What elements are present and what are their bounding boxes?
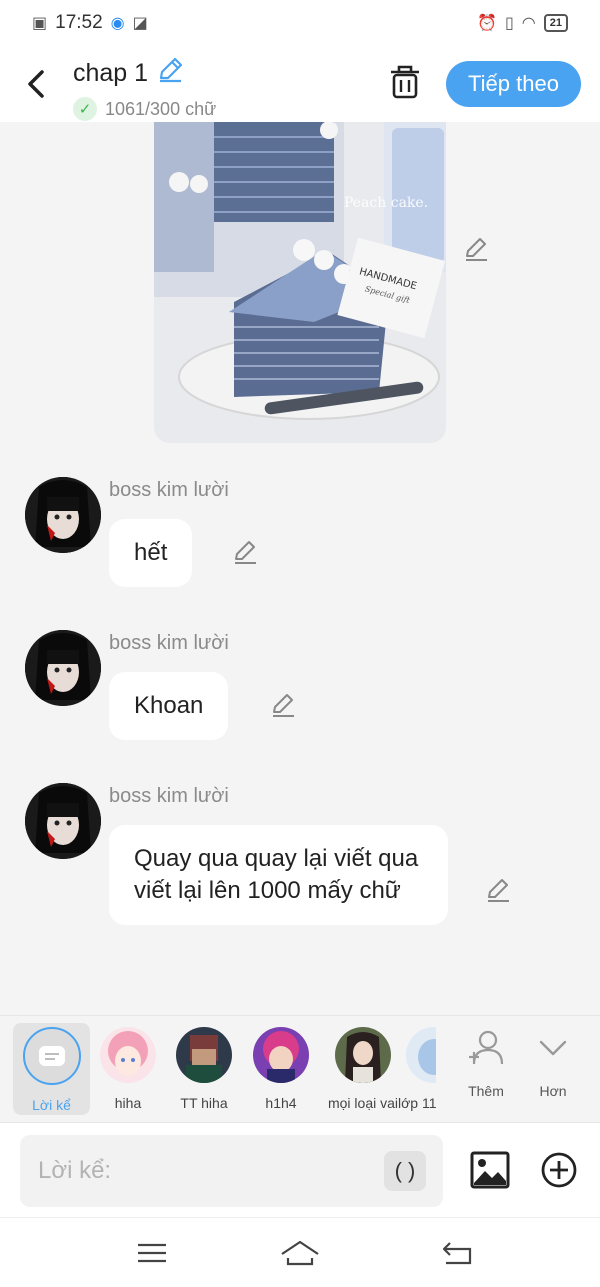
sender-name: boss kim lười — [109, 632, 229, 654]
insert-image-button[interactable] — [470, 1151, 510, 1189]
message-item: boss kim lười hết — [0, 477, 600, 597]
narration-icon — [38, 1046, 65, 1066]
watermark-text: Peach cake. — [344, 195, 428, 211]
avatar-graphic — [25, 783, 101, 859]
message-item: boss kim lười Quay qua quay lại viết qua… — [0, 783, 600, 963]
edit-message-button[interactable] — [231, 539, 259, 567]
pencil-icon — [273, 694, 294, 717]
edit-message-button[interactable] — [269, 692, 297, 720]
character-narrator[interactable]: Lời kể — [13, 1023, 90, 1115]
add-button[interactable] — [540, 1151, 578, 1189]
message-bubble[interactable]: Quay qua quay lại viết qua viết lại lên … — [109, 825, 448, 925]
chevron-down-icon — [539, 1040, 567, 1056]
narrator-avatar — [22, 1027, 81, 1085]
notification-icon: ◪ — [132, 15, 148, 32]
character-lop-11[interactable]: lớp 11 — [396, 1023, 436, 1115]
word-count: 1061/300 chữ — [105, 98, 217, 119]
pencil-icon — [488, 879, 509, 902]
app-header: chap 1 ✓ 1061/300 chữ Tiếp theo — [0, 46, 600, 122]
character-name: h1h4 — [265, 1095, 297, 1111]
sender-name: boss kim lười — [109, 479, 229, 501]
avatar-graphic — [25, 630, 101, 706]
parentheses-button[interactable]: ( ) — [384, 1151, 426, 1191]
character-avatar — [100, 1027, 156, 1083]
menu-icon — [138, 1243, 166, 1263]
message-bubble[interactable]: hết — [109, 519, 193, 587]
message-item: boss kim lười Khoan — [0, 630, 600, 750]
title-area: chap 1 ✓ 1061/300 chữ — [73, 56, 216, 121]
message-input[interactable] — [38, 1153, 378, 1189]
more-label: Hơn — [539, 1083, 567, 1099]
home-nav-button[interactable] — [280, 1238, 320, 1268]
back-nav-button[interactable] — [440, 1238, 476, 1268]
pencil-icon — [235, 541, 256, 564]
message-bubble[interactable]: Khoan — [109, 672, 229, 740]
character-hiha[interactable]: hiha — [88, 1023, 168, 1115]
back-button[interactable] — [22, 64, 52, 104]
character-tt-hiha[interactable]: TT hiha — [164, 1023, 244, 1115]
system-nav-bar — [0, 1217, 600, 1287]
character-h1h4[interactable]: h1h4 — [241, 1023, 321, 1115]
character-name: mọi loại vai — [327, 1095, 399, 1111]
edit-message-button[interactable] — [484, 877, 512, 905]
image-icon — [470, 1151, 510, 1189]
character-name: TT hiha — [180, 1095, 228, 1111]
pencil-icon — [159, 57, 183, 83]
alarm-icon: ⏰ — [477, 15, 497, 32]
add-character-button[interactable]: Thêm — [456, 1028, 516, 1099]
title-row: chap 1 — [73, 56, 216, 91]
avatar-graphic — [25, 477, 101, 553]
vibrate-icon: ▯ — [504, 15, 514, 32]
add-label: Thêm — [468, 1083, 504, 1099]
wifi-icon: ◠ — [521, 15, 536, 32]
cake-image[interactable]: HANDMADE Special gift Peach cake. — [154, 122, 446, 443]
home-icon — [281, 1240, 319, 1266]
sender-name: boss kim lười — [109, 785, 229, 807]
input-area: ( ) — [0, 1122, 600, 1217]
next-button[interactable]: Tiếp theo — [446, 61, 581, 107]
chat-content[interactable]: HANDMADE Special gift Peach cake. boss k… — [0, 122, 600, 1015]
character-avatar — [406, 1027, 436, 1083]
status-right: ⏰ ▯ ◠ 21 — [477, 13, 568, 33]
cake-photo-graphic: HANDMADE Special gift Peach cake. — [154, 122, 446, 443]
character-name: hiha — [114, 1095, 142, 1111]
edit-image-button[interactable] — [462, 236, 490, 264]
menu-nav-button[interactable] — [134, 1238, 170, 1268]
input-box: ( ) — [20, 1135, 443, 1207]
status-bar: ▣ 17:52 ◉ ◪ ⏰ ▯ ◠ 21 — [0, 0, 600, 46]
pencil-icon — [466, 238, 487, 261]
character-avatar — [335, 1027, 391, 1083]
status-time: 17:52 — [55, 12, 103, 33]
edit-title-button[interactable] — [156, 56, 184, 91]
chevron-left-icon — [28, 70, 44, 98]
chapter-title: chap 1 — [73, 59, 149, 87]
app-notification-icon: ◉ — [110, 15, 125, 32]
add-user-icon — [469, 1030, 504, 1065]
character-avatar — [253, 1027, 309, 1083]
avatar[interactable] — [25, 783, 101, 859]
more-button[interactable]: Hơn — [523, 1028, 583, 1099]
status-left: ▣ 17:52 ◉ ◪ — [32, 12, 148, 34]
battery-icon: 21 — [543, 14, 568, 32]
avatar[interactable] — [25, 630, 101, 706]
word-count-row: ✓ 1061/300 chữ — [73, 97, 216, 121]
character-avatar — [176, 1027, 232, 1083]
character-bar: Lời kể hiha TT hiha h1h4 mọi loại vai lớ… — [0, 1015, 600, 1122]
avatar[interactable] — [25, 477, 101, 553]
return-icon — [442, 1242, 472, 1265]
check-icon: ✓ — [73, 97, 97, 121]
trash-icon — [391, 65, 419, 99]
delete-button[interactable] — [388, 64, 422, 102]
sim-icon: ▣ — [32, 15, 48, 32]
plus-circle-icon — [541, 1152, 577, 1188]
character-name: Lời kể — [32, 1097, 71, 1113]
character-moi-loai-vai[interactable]: mọi loại vai — [319, 1023, 407, 1115]
character-name: lớp 11 — [398, 1095, 436, 1111]
